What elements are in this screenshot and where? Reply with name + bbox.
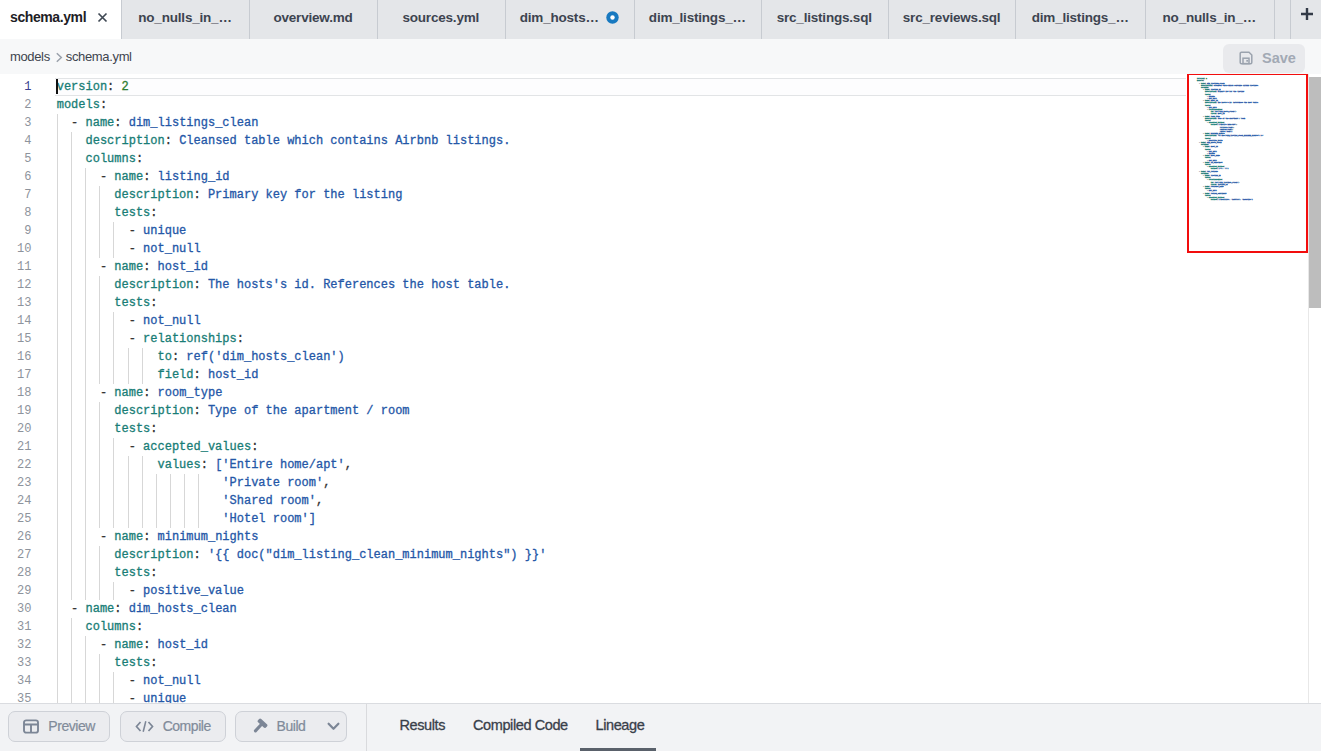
svg-text:values: ['positive', 'neutral': values: ['positive', 'neutral', 'negativ…	[1197, 200, 1253, 201]
svg-text:tests:: tests:	[1197, 195, 1211, 196]
svg-text:'Shared room',: 'Shared room',	[1197, 129, 1233, 130]
svg-text:tests:: tests:	[1197, 164, 1211, 165]
svg-text:values: ['t', 'f']: values: ['t', 'f']	[1197, 169, 1228, 170]
svg-text:description: The hosts's id. R: description: The hosts's id. References …	[1197, 103, 1259, 104]
svg-text:tests:: tests:	[1197, 189, 1211, 190]
svg-text:columns:: columns:	[1197, 87, 1209, 88]
svg-text:tests:: tests:	[1197, 120, 1211, 121]
svg-text:tests:: tests:	[1197, 158, 1211, 159]
svg-text:- unique: - unique	[1197, 153, 1215, 154]
svg-text:values: ['Entire home/apt',: values: ['Entire home/apt',	[1197, 125, 1237, 126]
svg-text:tests:: tests:	[1197, 138, 1211, 139]
svg-text:description: Type of the apart: description: Type of the apartment / roo…	[1197, 118, 1245, 119]
svg-text:'Private room',: 'Private room',	[1197, 127, 1234, 128]
svg-text:- relationships:: - relationships:	[1197, 180, 1223, 181]
svg-text:columns:: columns:	[1197, 173, 1209, 174]
svg-text:columns:: columns:	[1197, 145, 1209, 146]
svg-text:tests:: tests:	[1197, 178, 1211, 179]
svg-text:tests:: tests:	[1197, 94, 1211, 95]
svg-text:version: 2: version: 2	[1197, 79, 1207, 80]
svg-text:- relationships:: - relationships:	[1197, 109, 1223, 110]
svg-text:description: Primary key for t: description: Primary key for the listing	[1197, 92, 1244, 93]
svg-text:tests:: tests:	[1197, 105, 1211, 106]
svg-text:- unique: - unique	[1197, 96, 1215, 97]
svg-text:tests:: tests:	[1197, 149, 1211, 150]
svg-text:models:: models:	[1197, 81, 1204, 82]
svg-text:'Hotel room']: 'Hotel room']	[1197, 131, 1232, 132]
